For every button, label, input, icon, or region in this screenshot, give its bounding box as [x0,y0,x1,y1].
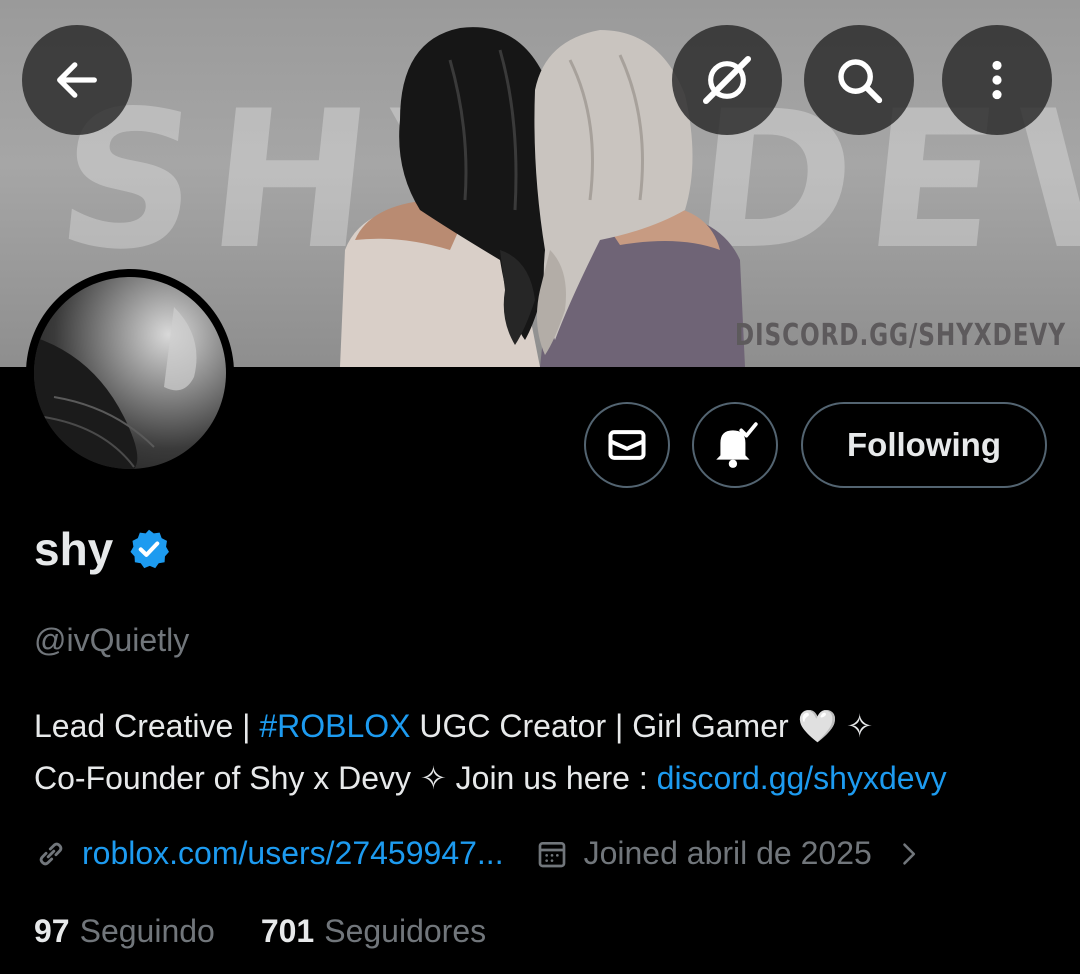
followers-stat[interactable]: 701 Seguidores [261,913,486,950]
link-icon [34,837,68,871]
bell-check-icon [716,422,758,468]
website-link[interactable]: roblox.com/users/27459947... [82,835,504,872]
following-button[interactable]: Following [801,402,1047,488]
followers-label: Seguidores [324,913,487,949]
bio-text: Co-Founder of Shy x Devy ✧ Join us here … [34,760,657,796]
profile-meta: roblox.com/users/27459947... Joined abri… [34,835,922,872]
profile-bio: Lead Creative | #ROBLOX UGC Creator | Gi… [34,700,1064,804]
notifications-button[interactable] [692,402,778,488]
profile-stats: 97 Seguindo 701 Seguidores [34,913,486,950]
chevron-right-icon[interactable] [894,840,922,868]
envelope-icon [608,430,646,460]
following-stat[interactable]: 97 Seguindo [34,913,215,950]
calendar-icon [536,838,568,870]
more-options-button[interactable] [942,25,1052,135]
following-button-label: Following [847,426,1001,463]
profile-name-row: shy [34,522,171,576]
bio-text: UGC Creator | Girl Gamer 🤍 ✧ [410,708,874,744]
profile-handle: @ivQuietly [34,622,190,658]
display-name: shy [34,523,114,575]
grok-icon [702,55,752,105]
bio-hashtag-link[interactable]: #ROBLOX [259,708,410,744]
more-vertical-icon [992,60,1002,100]
bio-text: Lead Creative | [34,708,260,744]
search-icon [838,59,883,104]
arrow-left-icon [57,62,97,98]
following-count: 97 [34,913,70,949]
bio-discord-link[interactable]: discord.gg/shyxdevy [657,760,947,796]
grok-button[interactable] [672,25,782,135]
followers-count: 701 [260,913,315,949]
profile-avatar[interactable] [26,269,234,477]
verified-badge-icon [130,529,170,569]
joined-date: Joined abril de 2025 [583,835,872,871]
back-button[interactable] [22,25,132,135]
following-label: Seguindo [79,913,215,949]
search-button[interactable] [804,25,914,135]
message-button[interactable] [584,402,670,488]
avatar-image [34,277,226,469]
banner-watermark: DISCORD.GG/SHYXDEVY [734,318,1066,353]
